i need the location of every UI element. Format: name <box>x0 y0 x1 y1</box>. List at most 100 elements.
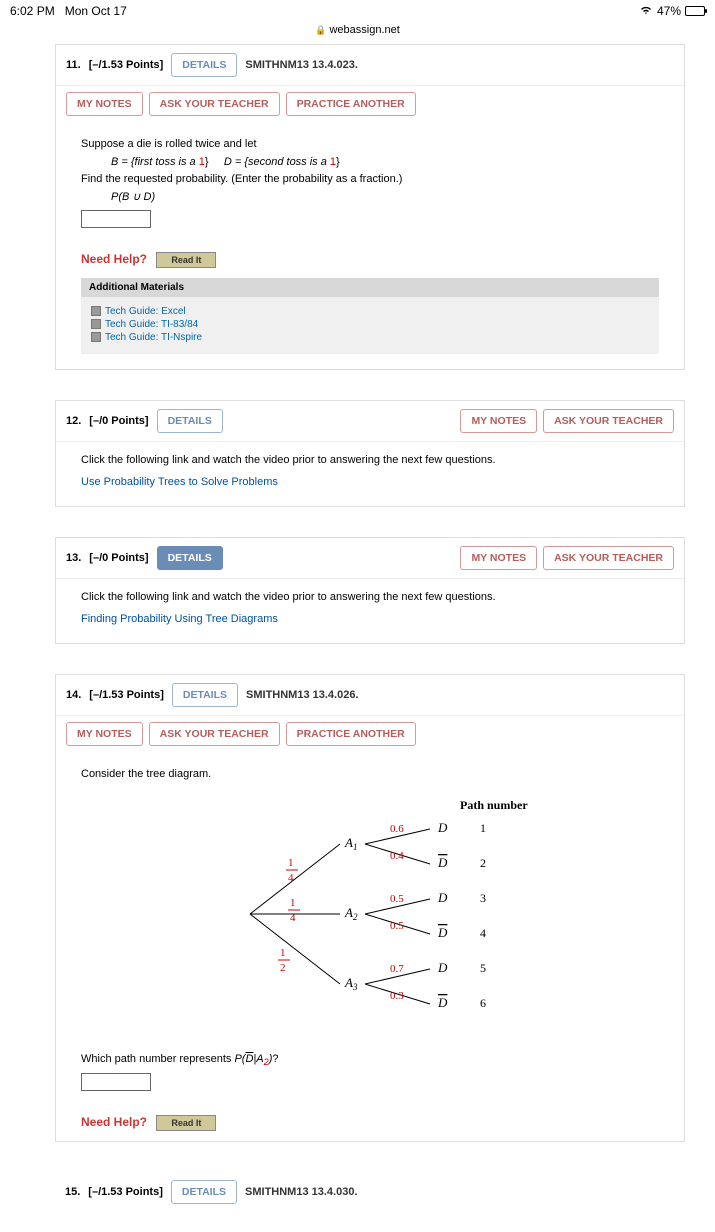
q13-header: 13. [–/0 Points] DETAILS MY NOTES ASK YO… <box>56 538 684 579</box>
q14-answer-input[interactable] <box>81 1073 151 1091</box>
add-mat-header: Additional Materials <box>81 278 659 297</box>
q-ref: SMITHNM13 13.4.026. <box>246 689 359 701</box>
details-button[interactable]: DETAILS <box>157 409 223 433</box>
q13-text: Click the following link and watch the v… <box>81 589 659 607</box>
q-points: [–/1.53 Points] <box>89 59 164 71</box>
my-notes-button[interactable]: MY NOTES <box>66 92 143 116</box>
svg-text:1: 1 <box>288 857 294 869</box>
svg-text:3: 3 <box>480 891 486 905</box>
q14-subquestion: Which path number represents P(D|A2)? <box>81 1041 659 1070</box>
svg-text:4: 4 <box>288 872 294 884</box>
material-link-nspire[interactable]: Tech Guide: TI-Nspire <box>91 331 649 344</box>
q13-body: Click the following link and watch the v… <box>56 579 684 643</box>
book-icon <box>91 306 101 316</box>
status-right: 47% <box>639 4 705 18</box>
svg-text:A1: A1 <box>344 835 357 852</box>
q-number: 15. <box>65 1186 80 1198</box>
status-left: 6:02 PM Mon Oct 17 <box>10 4 127 18</box>
ask-teacher-button[interactable]: ASK YOUR TEACHER <box>149 722 280 746</box>
question-12: 12. [–/0 Points] DETAILS MY NOTES ASK YO… <box>55 400 685 507</box>
svg-text:5: 5 <box>480 961 486 975</box>
material-link-excel[interactable]: Tech Guide: Excel <box>91 305 649 318</box>
read-it-button[interactable]: Read It <box>156 1115 216 1131</box>
question-11: 11. [–/1.53 Points] DETAILS SMITHNM13 13… <box>55 44 685 370</box>
q-points: [–/0 Points] <box>89 552 148 564</box>
q11-text2: Find the requested probability. (Enter t… <box>81 171 659 189</box>
q11-defs: B = {first toss is a 1} D = {second toss… <box>81 154 659 172</box>
video-link[interactable]: Use Probability Trees to Solve Problems <box>81 470 659 492</box>
date: Mon Oct 17 <box>65 4 127 18</box>
read-it-button[interactable]: Read It <box>156 252 216 268</box>
details-button[interactable]: DETAILS <box>171 53 237 77</box>
svg-text:D: D <box>437 820 448 835</box>
q-number: 14. <box>66 689 81 701</box>
q-points: [–/1.53 Points] <box>88 1186 163 1198</box>
question-14: 14. [–/1.53 Points] DETAILS SMITHNM13 13… <box>55 674 685 1142</box>
q-number: 11. <box>66 59 81 71</box>
svg-text:2: 2 <box>480 856 486 870</box>
q-ref: SMITHNM13 13.4.030. <box>245 1186 358 1198</box>
q-points: [–/0 Points] <box>89 415 148 427</box>
svg-text:D: D <box>437 855 448 870</box>
tree-diagram: Path number 1 4 1 4 1 2 <box>81 784 659 1041</box>
svg-text:1: 1 <box>290 897 296 909</box>
q12-text: Click the following link and watch the v… <box>81 452 659 470</box>
q11-header: 11. [–/1.53 Points] DETAILS SMITHNM13 13… <box>56 45 684 86</box>
question-13: 13. [–/0 Points] DETAILS MY NOTES ASK YO… <box>55 537 685 644</box>
q14-header: 14. [–/1.53 Points] DETAILS SMITHNM13 13… <box>56 675 684 716</box>
ask-teacher-button[interactable]: ASK YOUR TEACHER <box>543 409 674 433</box>
q14-text1: Consider the tree diagram. <box>81 766 659 784</box>
q11-body: Suppose a die is rolled twice and let B … <box>56 126 684 244</box>
svg-text:0.6: 0.6 <box>390 823 404 835</box>
material-link-ti83[interactable]: Tech Guide: TI-83/84 <box>91 318 649 331</box>
q11-prob: P(B ∪ D) <box>81 189 659 207</box>
q14-buttons: MY NOTES ASK YOUR TEACHER PRACTICE ANOTH… <box>56 716 684 756</box>
q11-answer-input[interactable] <box>81 210 151 228</box>
svg-text:1: 1 <box>480 821 486 835</box>
svg-text:Path number: Path number <box>460 798 528 812</box>
practice-another-button[interactable]: PRACTICE ANOTHER <box>286 722 416 746</box>
svg-text:0.5: 0.5 <box>390 893 404 905</box>
details-button[interactable]: DETAILS <box>171 1180 237 1204</box>
url-bar[interactable]: 🔒 webassign.net <box>0 22 715 44</box>
svg-text:D: D <box>437 995 448 1010</box>
status-bar: 6:02 PM Mon Oct 17 47% <box>0 0 715 22</box>
q-number: 12. <box>66 415 81 427</box>
q12-header: 12. [–/0 Points] DETAILS MY NOTES ASK YO… <box>56 401 684 442</box>
svg-text:D: D <box>437 925 448 940</box>
practice-another-button[interactable]: PRACTICE ANOTHER <box>286 92 416 116</box>
my-notes-button[interactable]: MY NOTES <box>66 722 143 746</box>
svg-text:A3: A3 <box>344 975 358 992</box>
time: 6:02 PM <box>10 4 55 18</box>
svg-text:A2: A2 <box>344 905 358 922</box>
q11-text1: Suppose a die is rolled twice and let <box>81 136 659 154</box>
video-link[interactable]: Finding Probability Using Tree Diagrams <box>81 607 659 629</box>
q12-body: Click the following link and watch the v… <box>56 442 684 506</box>
svg-text:4: 4 <box>290 912 296 924</box>
battery-pct: 47% <box>657 4 681 18</box>
my-notes-button[interactable]: MY NOTES <box>460 409 537 433</box>
details-button[interactable]: DETAILS <box>157 546 223 570</box>
svg-text:D: D <box>437 960 448 975</box>
ask-teacher-button[interactable]: ASK YOUR TEACHER <box>543 546 674 570</box>
lock-icon: 🔒 <box>315 25 326 35</box>
svg-text:0.7: 0.7 <box>390 963 404 975</box>
need-help: Need Help? Read It <box>56 1107 684 1141</box>
svg-text:6: 6 <box>480 996 486 1010</box>
q-ref: SMITHNM13 13.4.023. <box>245 59 358 71</box>
svg-text:2: 2 <box>280 962 286 974</box>
additional-materials: Additional Materials Tech Guide: Excel T… <box>81 278 659 354</box>
q14-body: Consider the tree diagram. Path number 1… <box>56 756 684 1107</box>
my-notes-button[interactable]: MY NOTES <box>460 546 537 570</box>
svg-text:0.4: 0.4 <box>390 850 404 862</box>
svg-text:1: 1 <box>280 947 286 959</box>
wifi-icon <box>639 4 653 18</box>
svg-text:0.5: 0.5 <box>390 920 404 932</box>
q-points: [–/1.53 Points] <box>89 689 164 701</box>
ask-teacher-button[interactable]: ASK YOUR TEACHER <box>149 92 280 116</box>
need-help: Need Help? Read It <box>56 244 684 278</box>
q-number: 13. <box>66 552 81 564</box>
details-button[interactable]: DETAILS <box>172 683 238 707</box>
book-icon <box>91 319 101 329</box>
battery-icon <box>685 6 705 16</box>
